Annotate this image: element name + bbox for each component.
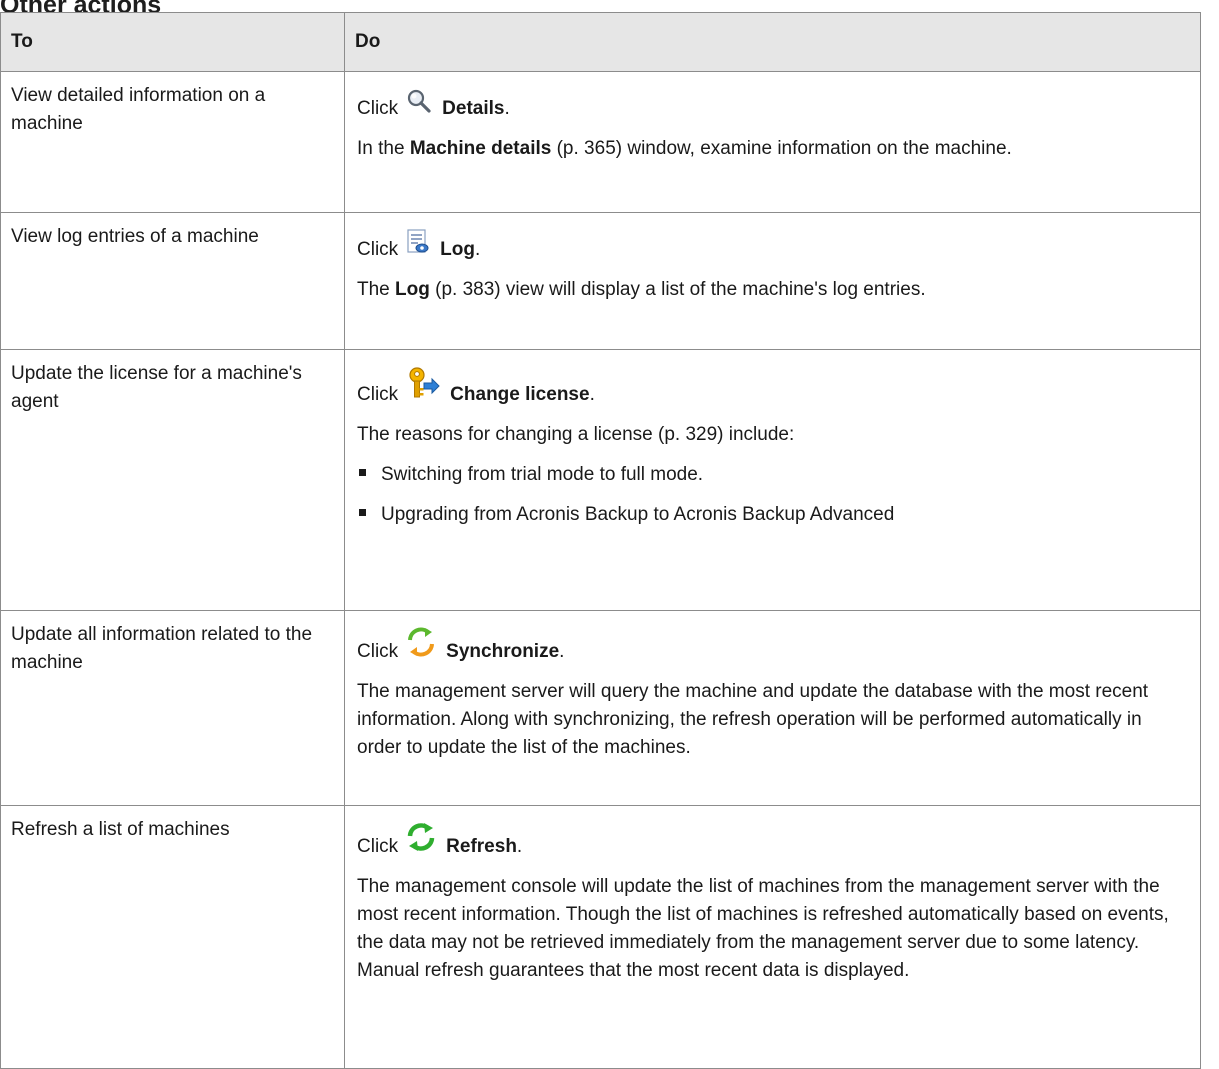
list-item: Switching from trial mode to full mode. <box>357 461 1188 489</box>
to-cell: Update the license for a machine's agent <box>0 349 345 611</box>
table-row: Update all information related to the ma… <box>0 610 1201 806</box>
key-arrow-icon[interactable] <box>406 366 440 409</box>
table-header-row: To Do <box>0 12 1201 72</box>
table-row: View detailed information on a machine C… <box>0 71 1201 213</box>
click-word: Click <box>357 98 399 119</box>
to-cell: Update all information related to the ma… <box>0 610 345 806</box>
row-description: The Log (p. 383) view will display a lis… <box>357 279 926 300</box>
click-instruction: Click Synchronize. <box>357 627 1188 666</box>
row-description: The management console will update the l… <box>357 876 1169 981</box>
click-instruction: Click Log. <box>357 229 1188 264</box>
refresh-icon[interactable] <box>406 822 436 861</box>
synchronize-action-label: Synchronize <box>446 641 560 662</box>
do-cell: Click Synchronize. The management server… <box>344 610 1201 806</box>
details-action-label: Details <box>442 98 505 119</box>
do-cell: Click Log. The Log (p. 383) view will di… <box>344 212 1201 350</box>
row-description: The reasons for changing a license (p. 3… <box>357 424 795 445</box>
do-cell: Click Refresh. The management console wi… <box>344 805 1201 1069</box>
change-license-action-label: Change license <box>450 384 590 405</box>
click-instruction: Click Refresh. <box>357 822 1188 861</box>
machine-details-link[interactable]: Machine details <box>410 138 552 159</box>
table-row: Update the license for a machine's agent… <box>0 349 1201 611</box>
log-link[interactable]: Log <box>395 279 430 300</box>
table-row: View log entries of a machine Click Log … <box>0 212 1201 350</box>
do-cell: Click Details. In the Machine details (p… <box>344 71 1201 213</box>
click-word: Click <box>357 239 399 260</box>
log-icon[interactable] <box>406 229 430 264</box>
to-cell: Refresh a list of machines <box>0 805 345 1069</box>
click-instruction: Click Change license. <box>357 366 1188 409</box>
column-header-do: Do <box>344 12 1201 72</box>
to-cell: View log entries of a machine <box>0 212 345 350</box>
log-action-label: Log <box>440 239 475 260</box>
reasons-list: Switching from trial mode to full mode. … <box>357 461 1188 529</box>
synchronize-icon[interactable] <box>406 627 436 666</box>
click-instruction: Click Details. <box>357 88 1188 123</box>
click-word: Click <box>357 384 399 405</box>
magnifier-icon[interactable] <box>406 88 432 123</box>
row-description: In the Machine details (p. 365) window, … <box>357 138 1012 159</box>
do-cell: Click Change license. The reasons for ch… <box>344 349 1201 611</box>
column-header-to: To <box>0 12 345 72</box>
click-word: Click <box>357 836 399 857</box>
to-cell: View detailed information on a machine <box>0 71 345 213</box>
table-row: Refresh a list of machines Click Refresh… <box>0 805 1201 1069</box>
click-word: Click <box>357 641 399 662</box>
refresh-action-label: Refresh <box>446 836 517 857</box>
list-item: Upgrading from Acronis Backup to Acronis… <box>357 501 1188 529</box>
actions-table: To Do View detailed information on a mac… <box>0 12 1201 1069</box>
row-description: The management server will query the mac… <box>357 681 1149 758</box>
